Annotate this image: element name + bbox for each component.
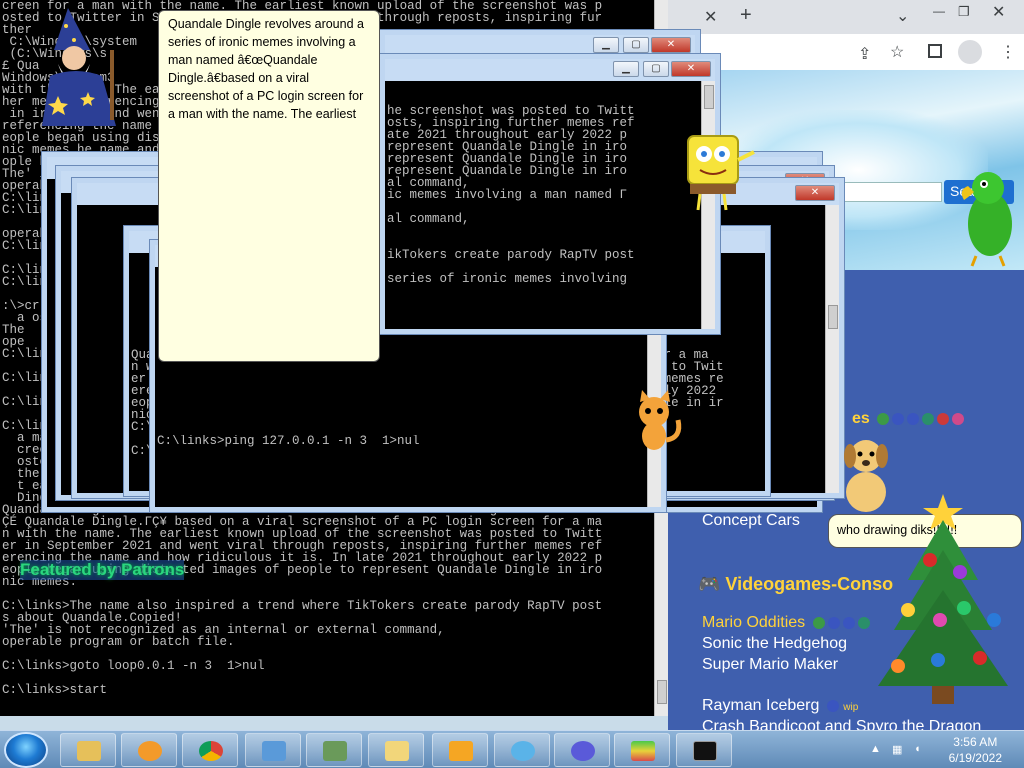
menu-icon[interactable]: ⋮: [1000, 42, 1016, 62]
photo-viewer-icon: [262, 741, 286, 761]
close-button[interactable]: ✕: [671, 61, 711, 77]
taskbar-virus-app-button[interactable]: [554, 733, 610, 767]
minimize-button[interactable]: —: [933, 4, 945, 18]
tab-search-chevron-icon[interactable]: ⌄: [896, 6, 909, 26]
link-super-mario-maker[interactable]: Super Mario Maker: [702, 656, 838, 674]
maximize-button[interactable]: ▢: [623, 37, 649, 53]
folder-icon: [77, 741, 101, 761]
virus-icon: [571, 741, 595, 761]
section-heading-videogames: 🎮 Videogames-Conso: [698, 574, 894, 594]
files-icon: [385, 741, 409, 761]
profile-icon[interactable]: [958, 40, 982, 64]
taskbar-notepad-app-button[interactable]: [432, 733, 488, 767]
maximize-button[interactable]: ▢: [643, 61, 669, 77]
bluestacks-icon: [631, 741, 655, 761]
close-button[interactable]: ✕: [651, 37, 691, 53]
parrot-icon[interactable]: [954, 166, 1024, 270]
taskbar-windows-explorer-button[interactable]: [60, 733, 116, 767]
window-close-button[interactable]: ✕: [992, 2, 1005, 22]
featured-by-patrons-label: Featured by Patrons: [20, 560, 185, 580]
console-output: C:\links>ping 127.0.0.1 -n 3 1>nul: [157, 435, 420, 448]
link-mario-oddities[interactable]: Mario Oddities: [702, 614, 870, 632]
close-button[interactable]: ✕: [795, 185, 835, 201]
cat-icon[interactable]: [620, 390, 690, 460]
remote-desktop-icon: [323, 741, 347, 761]
minimize-button[interactable]: ▁: [593, 37, 619, 53]
taskbar-bluestacks-button[interactable]: [614, 733, 670, 767]
system-clock[interactable]: 3:56 AM 6/19/2022: [949, 734, 1002, 766]
link-rayman-label: Rayman Iceberg: [702, 697, 820, 714]
heading-tail: es: [852, 410, 870, 427]
link-rayman-iceberg[interactable]: Rayman Iceberg wip: [702, 697, 858, 715]
console-output: he screenshot was posted to Twitt osts, …: [387, 104, 635, 286]
taskbar-remote-desktop-button[interactable]: [306, 733, 362, 767]
wizard-character-icon[interactable]: [28, 6, 138, 130]
tab-close-icon[interactable]: ✕: [704, 7, 717, 27]
new-tab-button[interactable]: +: [740, 4, 752, 27]
christmas-tree-icon: [878, 494, 1008, 704]
taskbar-atom-app-button[interactable]: [494, 733, 550, 767]
atom-icon: [511, 741, 535, 761]
wizard-speech-text: Quandale Dingle revolves around a series…: [168, 17, 364, 121]
share-icon[interactable]: ⇪: [858, 44, 871, 64]
link-mario-oddities-label: Mario Oddities: [702, 614, 806, 631]
maximize-button[interactable]: ❐: [958, 4, 970, 20]
spongebob-icon[interactable]: [676, 130, 760, 214]
taskbar-chrome-button[interactable]: [182, 733, 238, 767]
taskbar-media-player-button[interactable]: [121, 733, 177, 767]
media-player-icon: [138, 741, 162, 761]
link-sonic[interactable]: Sonic the Hedgehog: [702, 635, 847, 653]
clock-time: 3:56 AM: [953, 735, 998, 749]
console-window-top-2[interactable]: ▁ ▢ ✕ he screenshot was posted to Twitt …: [380, 54, 720, 334]
website-heading-partial: es: [852, 410, 965, 428]
link-concept-cars[interactable]: Concept Cars: [702, 512, 800, 530]
star-icon[interactable]: ☆: [890, 42, 904, 62]
wizard-speech-bubble: Quandale Dingle revolves around a series…: [158, 10, 380, 362]
cmd-icon: [693, 741, 717, 761]
wip-badge: wip: [843, 702, 859, 713]
clock-date: 6/19/2022: [948, 751, 1002, 765]
website-search-input[interactable]: [844, 182, 942, 202]
minimize-button[interactable]: ▁: [613, 61, 639, 77]
volume-icon[interactable]: ◖: [914, 743, 926, 755]
taskbar-photo-viewer-button[interactable]: [245, 733, 301, 767]
chrome-icon: [199, 741, 223, 761]
taskbar-cmd-button[interactable]: [676, 733, 732, 767]
network-icon[interactable]: ▦: [892, 743, 904, 756]
tray-show-hidden-icon[interactable]: ▲: [870, 743, 882, 755]
notepad-app-icon: [449, 741, 473, 761]
start-button[interactable]: [4, 732, 48, 768]
link-crash-spyro[interactable]: Crash Bandicoot and Spyro the Dragon: [702, 718, 981, 730]
taskbar: ▲ ▦ ◖ 3:56 AM 6/19/2022: [0, 730, 1024, 768]
taskbar-files-button[interactable]: [368, 733, 424, 767]
sidebar-icon[interactable]: [928, 44, 942, 58]
